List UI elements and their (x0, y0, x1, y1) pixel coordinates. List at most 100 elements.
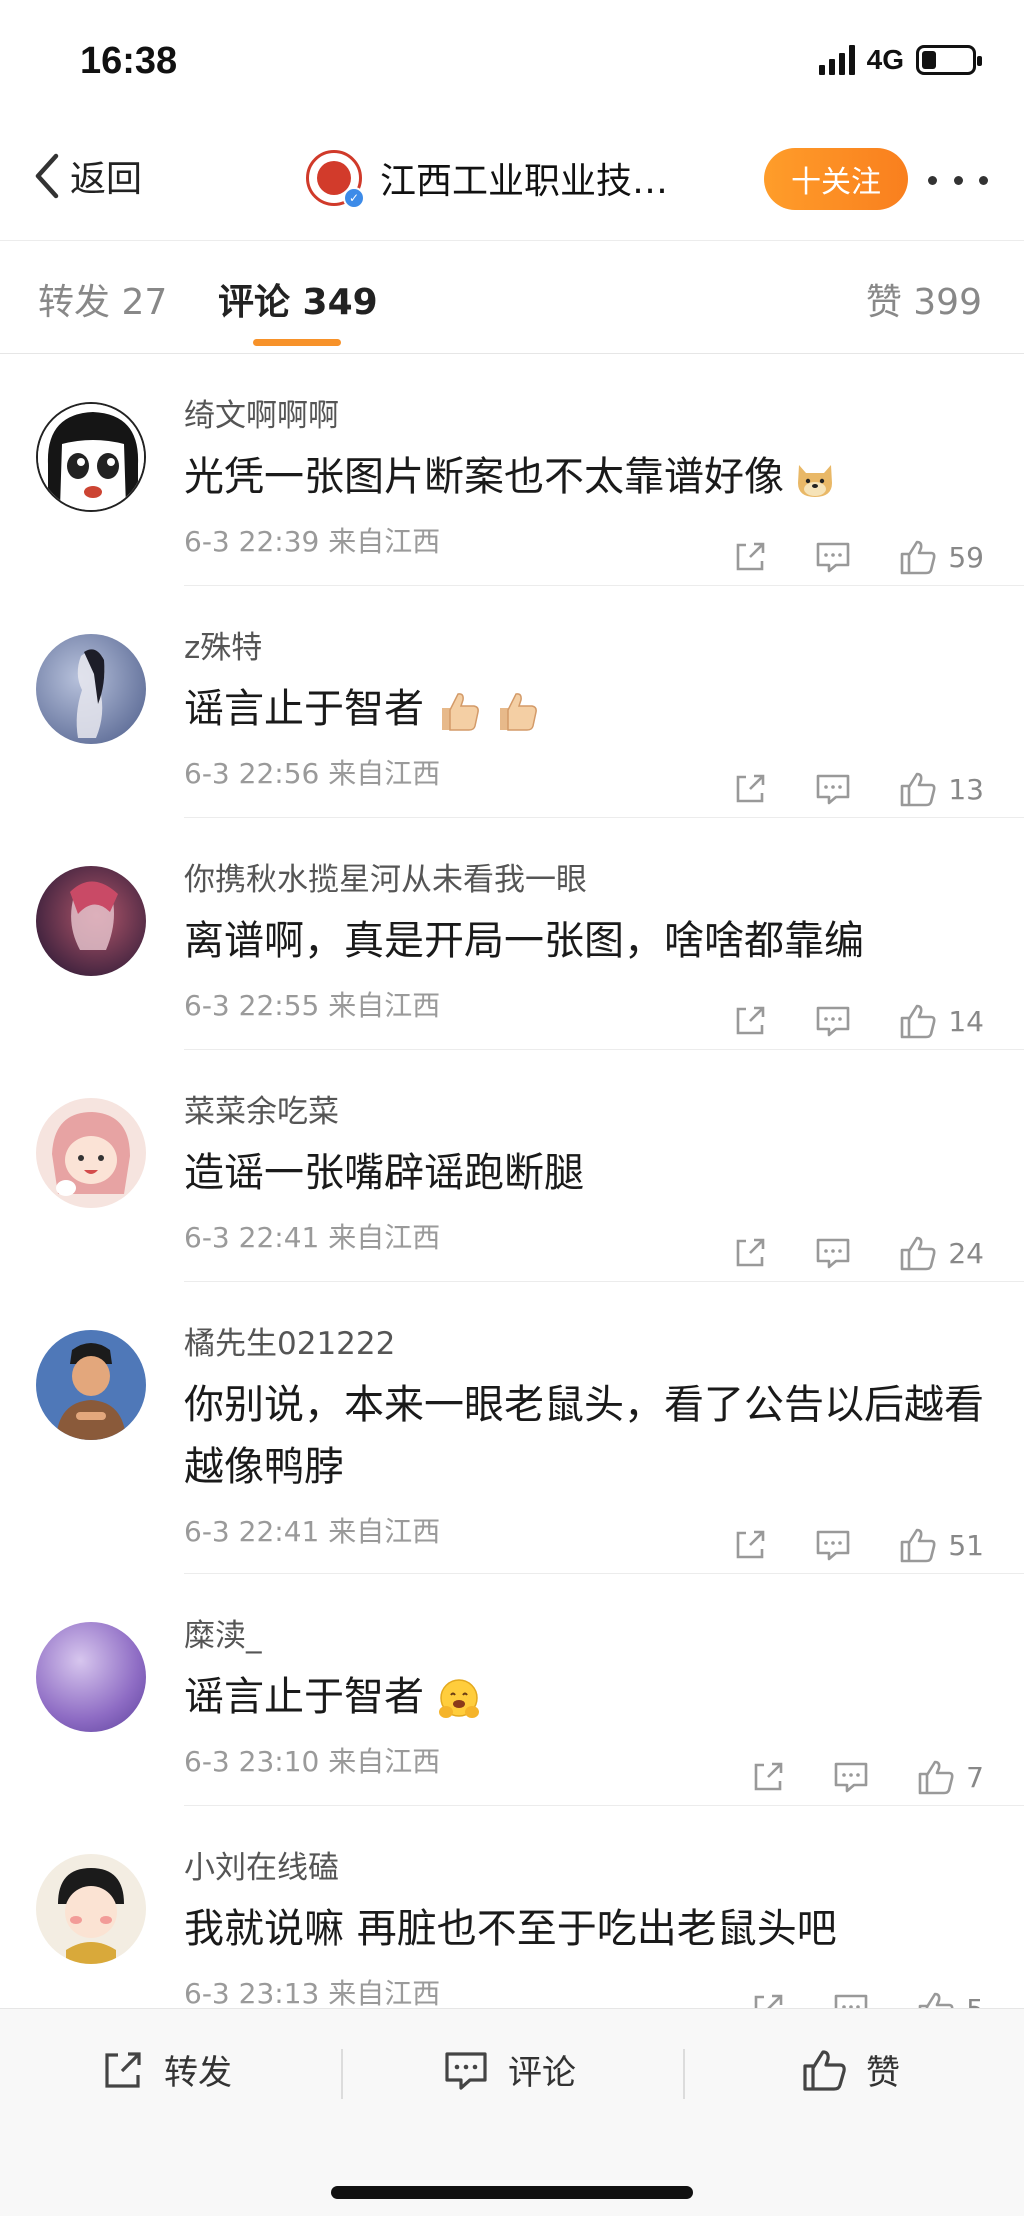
tab-repost[interactable]: 转发 27 (38, 273, 167, 325)
cartoon-girl-avatar-icon (52, 1112, 130, 1196)
comment-actions: 59 (686, 538, 984, 576)
battery-icon (916, 45, 982, 75)
reply-button[interactable] (814, 1527, 852, 1563)
share-button[interactable] (750, 1759, 786, 1795)
comment-text-content: 谣言止于智者 (184, 686, 424, 732)
avatar[interactable] (36, 634, 146, 744)
thumbs-up-icon (803, 2049, 846, 2091)
repost-button[interactable]: 转发 (100, 2045, 232, 2094)
comment-actions: 13 (686, 770, 984, 808)
hug-face-emoji-icon (439, 1679, 479, 1718)
like-button[interactable]: 5 (916, 1990, 984, 2008)
reply-button[interactable] (832, 1759, 870, 1795)
comment-actions: 7 (704, 1758, 984, 1796)
comment-text-content: 谣言止于智者 (184, 1674, 424, 1720)
share-icon (737, 542, 765, 571)
account-name: 江西工业职业技… (380, 161, 669, 202)
like-button[interactable]: 13 (898, 770, 984, 808)
like-post-button[interactable]: 赞 (800, 2045, 900, 2094)
like-count: 7 (966, 1760, 984, 1794)
comment-username[interactable]: 橘先生021222 (184, 1322, 1024, 1366)
avatar[interactable] (36, 1330, 146, 1440)
cartoon-figure-avatar-icon (58, 1868, 124, 1964)
comment-icon (817, 774, 850, 805)
back-label: 返回 (70, 159, 143, 200)
more-dot-icon (928, 175, 937, 185)
doge-emoji-icon (798, 465, 832, 497)
reply-button[interactable] (814, 1003, 852, 1039)
like-count: 5 (966, 1993, 984, 2009)
verified-icon: ✓ (343, 187, 365, 209)
tab-like[interactable]: 赞 399 (866, 273, 982, 325)
back-button[interactable]: 返回 (30, 150, 142, 202)
share-button[interactable] (732, 1235, 768, 1271)
battery-level (922, 51, 936, 69)
comment-text-content: 光凭一张图片断案也不太靠谱好像 (184, 454, 784, 500)
thumbs-up-icon (901, 1236, 936, 1271)
comment-text: 造谣一张嘴辟谣跑断腿 (184, 1150, 584, 1196)
share-icon (737, 774, 765, 803)
reply-button[interactable] (814, 771, 852, 807)
like-button[interactable]: 7 (916, 1758, 984, 1796)
share-icon (737, 1006, 765, 1035)
avatar[interactable] (36, 402, 146, 512)
comment-username[interactable]: 糜渎_ (184, 1614, 1024, 1658)
account-header[interactable]: ✓ 江西工业职业技… (306, 150, 669, 209)
comment-button[interactable]: 评论 (442, 2045, 576, 2094)
share-button[interactable] (732, 539, 768, 575)
share-button[interactable] (732, 771, 768, 807)
status-indicators: 4G (818, 44, 982, 76)
comment-label: 评论 (508, 2053, 576, 2093)
comment-username[interactable]: 菜菜余吃菜 (184, 1090, 1024, 1134)
network-type: 4G (866, 44, 904, 75)
home-indicator (331, 2186, 693, 2199)
follow-button[interactable]: 十关注 (764, 148, 908, 210)
comment-icon (817, 1238, 850, 1269)
share-button[interactable] (732, 1003, 768, 1039)
share-icon (737, 1238, 765, 1267)
thumbs-up-icon (901, 1528, 936, 1563)
comment-item: 绮文啊啊啊 光凭一张图片断案也不太靠谱好像 6-3 22:39 来自江西 59 (0, 354, 1024, 586)
tab-comment[interactable]: 评论 349 (218, 273, 378, 325)
comment-text: 我就说嘛 再脏也不至于吃出老鼠头吧 (184, 1906, 837, 1952)
share-button[interactable] (750, 1991, 786, 2008)
signal-icon (818, 45, 855, 75)
comment-username[interactable]: z殊特 (184, 626, 1024, 670)
status-time: 16:38 (80, 40, 178, 82)
like-label: 赞 (866, 2053, 900, 2093)
anime-girl-avatar-icon (38, 404, 144, 510)
comment-icon (817, 542, 850, 573)
divider (341, 2049, 343, 2099)
comment-item: 菜菜余吃菜 造谣一张嘴辟谣跑断腿 6-3 22:41 来自江西 24 (0, 1050, 1024, 1282)
comment-text: 谣言止于智者 (184, 1666, 994, 1728)
comment-icon (817, 1530, 850, 1561)
share-button[interactable] (732, 1527, 768, 1563)
like-button[interactable]: 59 (898, 538, 984, 576)
more-options-button[interactable] (928, 160, 988, 200)
like-button[interactable]: 14 (898, 1002, 984, 1040)
comment-list: 绮文啊啊啊 光凭一张图片断案也不太靠谱好像 6-3 22:39 来自江西 59 … (0, 354, 1024, 2008)
reply-button[interactable] (832, 1991, 870, 2008)
comment-text: 离谱啊，真是开局一张图，啥啥都靠编 (184, 918, 864, 964)
avatar[interactable] (36, 1098, 146, 1208)
thumbs-up-icon (901, 1004, 936, 1039)
comment-text: 谣言止于智者 (184, 678, 994, 740)
like-button[interactable]: 51 (898, 1526, 984, 1564)
comment-text: 你别说，本来一眼老鼠头，看了公告以后越看越像鸭脖 (184, 1382, 984, 1490)
comment-username[interactable]: 你携秋水揽星河从未看我一眼 (184, 858, 1024, 902)
avatar[interactable] (36, 1854, 146, 1964)
thumbs-up-emoji-icon (500, 693, 537, 731)
more-dot-icon (979, 175, 988, 185)
like-button[interactable]: 24 (898, 1234, 984, 1272)
like-count: 59 (948, 540, 984, 574)
comment-username[interactable]: 绮文啊啊啊 (184, 394, 1024, 438)
thumbs-up-icon (918, 1992, 954, 2008)
comment-item: 糜渎_ 谣言止于智者 6-3 23:10 来自江西 7 (0, 1574, 1024, 1806)
reply-button[interactable] (814, 539, 852, 575)
comment-username[interactable]: 小刘在线磕 (184, 1846, 1024, 1890)
active-tab-indicator (253, 339, 341, 346)
avatar[interactable] (36, 1622, 146, 1732)
avatar[interactable] (36, 866, 146, 976)
reply-button[interactable] (814, 1235, 852, 1271)
comment-icon (817, 1006, 850, 1037)
